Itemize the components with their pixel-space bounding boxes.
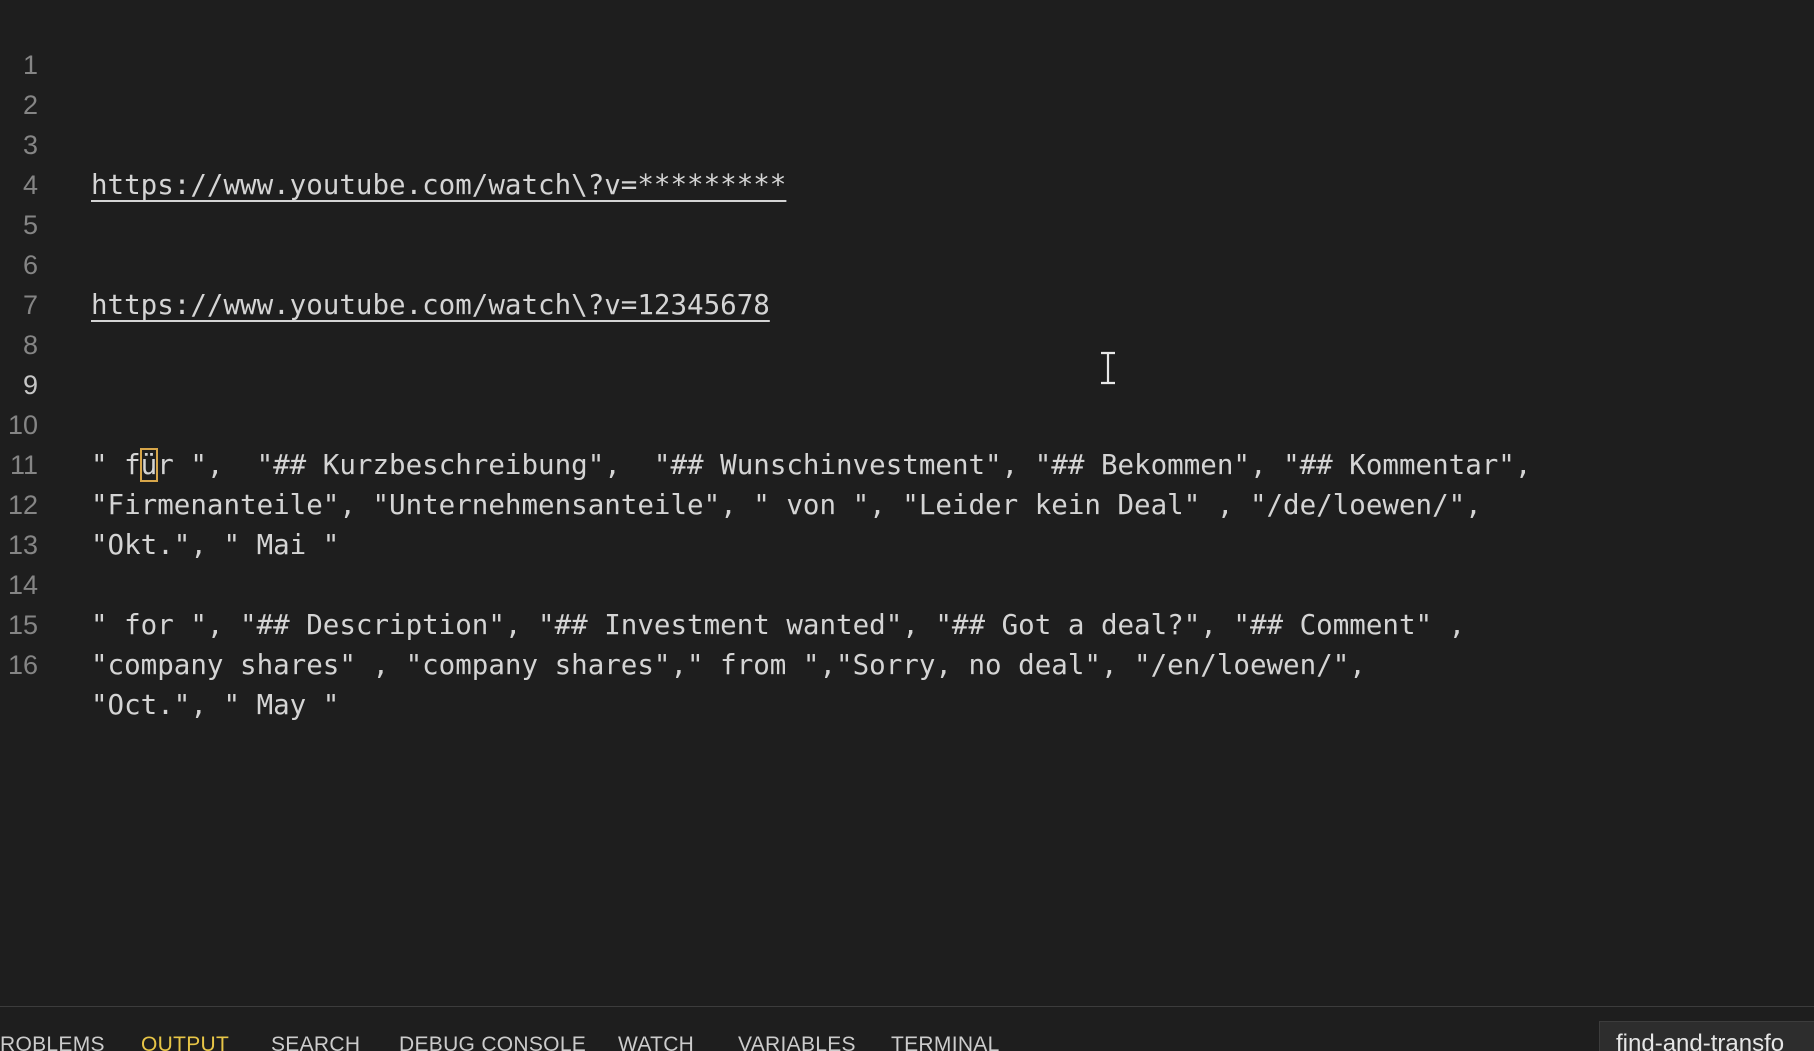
output-channel-select[interactable]: find-and-transfo bbox=[1599, 1021, 1814, 1051]
editor-line[interactable]: 2 bbox=[0, 45, 1814, 120]
tab-debug-console[interactable]: DEBUG CONSOLE bbox=[399, 1033, 586, 1051]
tab-search[interactable]: SEARCH bbox=[271, 1033, 360, 1051]
editor-line[interactable]: 16 "Oct.", " May " bbox=[0, 605, 1814, 721]
line-text[interactable]: "company shares" , "company shares"," fr… bbox=[91, 645, 1366, 685]
tab-terminal[interactable]: TERMINAL bbox=[891, 1033, 1000, 1051]
editor-line[interactable]: 6 https://www.youtube.com/watch\?v=12345… bbox=[0, 205, 1814, 321]
tab-problems[interactable]: ROBLEMS bbox=[0, 1033, 105, 1051]
code-editor[interactable]: 1 2 3 https://www.youtube.com/watch\?v=*… bbox=[0, 0, 1814, 1006]
editor-line[interactable]: 13 bbox=[0, 485, 1814, 560]
text-ibeam-icon bbox=[1101, 351, 1115, 385]
line-text[interactable]: "Oct.", " May " bbox=[91, 685, 339, 725]
tab-watch[interactable]: WATCH bbox=[618, 1033, 694, 1051]
editor-line[interactable]: 5 bbox=[0, 165, 1814, 240]
editor-line[interactable]: 14 " for ", "## Description", "## Invest… bbox=[0, 525, 1814, 641]
editor-line-current[interactable]: 9 bbox=[0, 325, 1814, 400]
editor-line[interactable]: 1 bbox=[0, 5, 1814, 80]
editor-line[interactable]: 15 "company shares" , "company shares","… bbox=[0, 565, 1814, 681]
line-number: 16 bbox=[7, 650, 38, 680]
editor-line[interactable]: 10 " für ", "## Kurzbeschreibung", "## W… bbox=[0, 365, 1814, 482]
editor-line[interactable]: 4 bbox=[0, 125, 1814, 200]
editor-line[interactable]: 8 bbox=[0, 285, 1814, 360]
editor-line[interactable]: 7 bbox=[0, 245, 1814, 320]
editor-line[interactable]: 3 https://www.youtube.com/watch\?v=*****… bbox=[0, 85, 1814, 201]
tab-output[interactable]: OUTPUT bbox=[141, 1033, 229, 1051]
tab-variables[interactable]: VARIABLES bbox=[738, 1033, 856, 1051]
editor-line[interactable]: 12 "Okt.", " Mai " bbox=[0, 445, 1814, 561]
editor-line[interactable]: 11 "Firmenanteile", "Unternehmensanteile… bbox=[0, 405, 1814, 521]
panel-tab-bar: ROBLEMS OUTPUT SEARCH DEBUG CONSOLE WATC… bbox=[0, 1006, 1814, 1051]
